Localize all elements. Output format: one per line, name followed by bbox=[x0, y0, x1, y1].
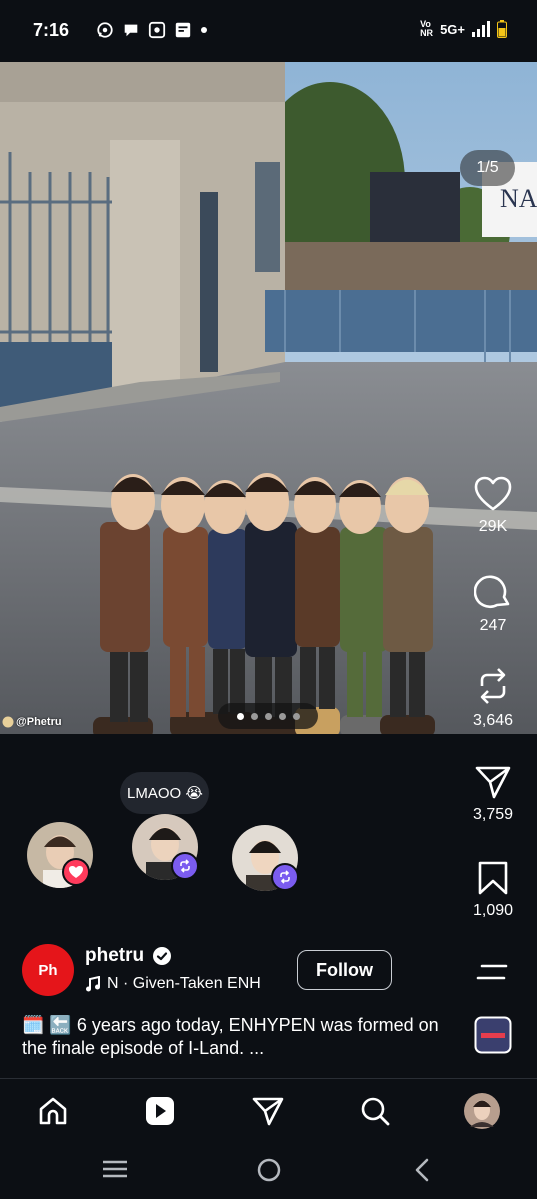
heart-badge bbox=[62, 858, 90, 886]
verified-icon bbox=[153, 947, 171, 965]
carousel-dots bbox=[218, 703, 318, 729]
comment-icon bbox=[474, 575, 510, 609]
recents-icon[interactable] bbox=[102, 1158, 128, 1180]
post-image[interactable]: NA 1/5 @Phetru bbox=[0, 62, 537, 734]
repost-button[interactable]: 3,646 bbox=[471, 666, 515, 730]
repost-count: 3,646 bbox=[472, 712, 514, 729]
home-icon bbox=[39, 1097, 67, 1125]
system-nav-bar bbox=[0, 1142, 537, 1199]
image-watermark: @Phetru bbox=[2, 716, 62, 728]
svg-text:NA: NA bbox=[500, 184, 537, 213]
like-button[interactable]: 29K bbox=[471, 476, 515, 536]
network-label: 5G+ bbox=[440, 21, 465, 37]
post-caption[interactable]: 🗓️ 🔙 6 years ago today, ENHYPEN was form… bbox=[22, 1014, 462, 1060]
save-count: 1,090 bbox=[472, 902, 514, 919]
like-count: 29K bbox=[478, 518, 508, 535]
notification-icons bbox=[96, 21, 208, 39]
menu-icon bbox=[476, 964, 508, 980]
watermark-text: @Phetru bbox=[16, 716, 62, 728]
bookmark-icon bbox=[478, 861, 508, 895]
volte-label: Vo NR bbox=[420, 19, 434, 38]
app-icon bbox=[148, 21, 166, 39]
carousel-dot-active bbox=[236, 712, 244, 720]
back-icon[interactable] bbox=[412, 1157, 432, 1183]
author-username[interactable]: phetru bbox=[85, 945, 144, 967]
heart-icon bbox=[474, 476, 512, 511]
audio-thumbnail[interactable] bbox=[471, 1016, 515, 1054]
nav-messages[interactable] bbox=[250, 1093, 286, 1129]
author-avatar[interactable]: Ph bbox=[22, 944, 74, 996]
nav-search[interactable] bbox=[357, 1093, 393, 1129]
comment-button[interactable]: 247 bbox=[471, 573, 515, 635]
repost-badge bbox=[271, 863, 299, 891]
music-title: N · Given-Taken ENH bbox=[107, 975, 261, 992]
notification-dot bbox=[201, 27, 207, 33]
signal-icon bbox=[472, 21, 490, 37]
carousel-dot bbox=[292, 712, 300, 720]
author-avatar-text: Ph bbox=[38, 961, 58, 979]
carousel-dot bbox=[264, 712, 272, 720]
repost-badge bbox=[171, 852, 199, 880]
repost-icon bbox=[180, 859, 190, 873]
nav-reels[interactable] bbox=[142, 1093, 178, 1129]
post-photo: NA bbox=[0, 62, 537, 734]
heart-icon bbox=[69, 866, 83, 878]
slide-counter: 1/5 bbox=[460, 150, 515, 186]
repost-icon bbox=[280, 870, 290, 884]
repost-icon bbox=[480, 668, 506, 704]
music-info[interactable]: N · Given-Taken ENH bbox=[85, 975, 285, 993]
status-bar: 7:16 Vo NR 5G+ bbox=[0, 0, 537, 62]
carousel-dot bbox=[250, 712, 258, 720]
bottom-nav bbox=[0, 1078, 537, 1142]
carousel-dot bbox=[278, 712, 286, 720]
send-icon bbox=[475, 766, 511, 799]
music-note-icon bbox=[86, 976, 100, 992]
profile-avatar bbox=[464, 1093, 500, 1129]
status-time: 7:16 bbox=[33, 20, 70, 40]
search-icon bbox=[361, 1097, 390, 1126]
app-icon bbox=[175, 22, 191, 38]
save-button[interactable]: 1,090 bbox=[471, 860, 515, 920]
send-icon bbox=[252, 1097, 284, 1126]
watermark-logo-icon bbox=[2, 716, 14, 728]
battery-icon bbox=[497, 20, 507, 38]
nav-profile[interactable] bbox=[464, 1093, 500, 1129]
nav-home[interactable] bbox=[35, 1093, 71, 1129]
reaction-note: LMAOO 😭 bbox=[120, 772, 209, 814]
more-options-button[interactable] bbox=[471, 958, 515, 986]
home-button-icon[interactable] bbox=[256, 1157, 282, 1183]
comment-count: 247 bbox=[479, 617, 507, 634]
share-count: 3,759 bbox=[472, 806, 514, 823]
audio-cover-icon bbox=[474, 1016, 512, 1054]
whatsapp-icon bbox=[97, 22, 113, 38]
chat-icon bbox=[124, 24, 138, 37]
share-button[interactable]: 3,759 bbox=[471, 764, 515, 824]
follow-button[interactable]: Follow bbox=[297, 950, 392, 990]
reels-icon bbox=[146, 1097, 174, 1125]
status-right: Vo NR 5G+ bbox=[420, 20, 507, 38]
